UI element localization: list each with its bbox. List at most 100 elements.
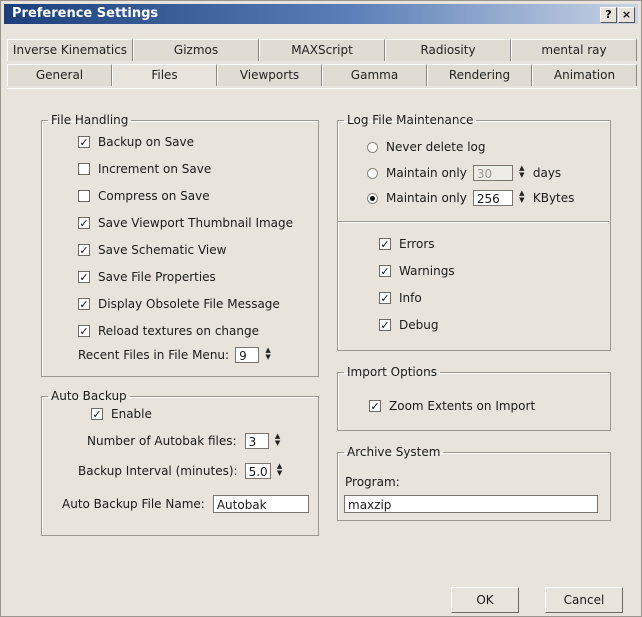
file-option-save-schematic-view[interactable]: ✓ Save Schematic View bbox=[78, 243, 226, 257]
file-option-compress-on-save[interactable]: Compress on Save bbox=[78, 189, 210, 203]
import-options-legend: Import Options bbox=[347, 365, 437, 379]
enable-label: Enable bbox=[111, 407, 152, 421]
never-delete-radio[interactable] bbox=[367, 141, 378, 153]
log-option-warnings[interactable]: ✓ Warnings bbox=[379, 264, 455, 278]
checkbox[interactable]: ✓ bbox=[379, 265, 391, 278]
maintain-days-option[interactable]: Maintain only 30 ▲ ▼ days bbox=[367, 165, 561, 181]
checkbox[interactable]: ✓ bbox=[379, 319, 391, 332]
checkbox-label: Info bbox=[399, 291, 422, 305]
kb-spinner[interactable]: 256 ▲ ▼ bbox=[472, 190, 527, 206]
backup-filename-input[interactable]: Autobak bbox=[212, 495, 309, 513]
archive-system-legend: Archive System bbox=[347, 445, 441, 459]
tab-rendering[interactable]: Rendering bbox=[427, 64, 532, 86]
tab-animation[interactable]: Animation bbox=[532, 64, 637, 86]
checkbox[interactable]: ✓ bbox=[379, 238, 391, 251]
checkbox-label: Save Viewport Thumbnail Image bbox=[98, 216, 294, 230]
tab-inverse-kinematics[interactable]: Inverse Kinematics bbox=[7, 39, 133, 61]
maintain-kb-option[interactable]: Maintain only 256 ▲ ▼ KBytes bbox=[367, 190, 574, 206]
checkbox[interactable]: ✓ bbox=[78, 325, 90, 338]
backup-interval-spinner[interactable]: 5.0 ▲ ▼ bbox=[244, 463, 285, 479]
log-file-legend: Log File Maintenance bbox=[347, 113, 474, 127]
file-option-display-obsolete-file-message[interactable]: ✓ Display Obsolete File Message bbox=[78, 297, 280, 311]
maintain-days-radio[interactable] bbox=[367, 167, 378, 179]
recent-files-value[interactable]: 9 bbox=[235, 347, 260, 363]
backup-interval-row: Backup Interval (minutes): 5.0 ▲ ▼ bbox=[78, 463, 285, 479]
tab-general[interactable]: General bbox=[7, 64, 112, 86]
tab-row-1: Inverse Kinematics Gizmos MAXScript Radiosi… bbox=[7, 39, 637, 61]
kb-value[interactable]: 256 bbox=[472, 190, 513, 206]
never-delete-option[interactable]: Never delete log bbox=[367, 140, 486, 154]
days-spinner[interactable]: 30 ▲ ▼ bbox=[472, 165, 527, 181]
checkbox[interactable]: ✓ bbox=[78, 271, 90, 284]
program-label: Program: bbox=[345, 475, 400, 489]
checkbox[interactable]: ✓ bbox=[78, 217, 90, 230]
spinner-arrows-icon[interactable]: ▲ ▼ bbox=[275, 463, 285, 479]
tab-files[interactable]: Files bbox=[112, 64, 217, 86]
days-unit: days bbox=[532, 166, 562, 180]
cancel-button[interactable]: Cancel bbox=[545, 587, 623, 613]
ok-button[interactable]: OK bbox=[451, 587, 519, 613]
tab-maxscript[interactable]: MAXScript bbox=[259, 39, 385, 61]
checkbox[interactable]: ✓ bbox=[379, 292, 391, 305]
zoom-extents-option[interactable]: ✓ Zoom Extents on Import bbox=[369, 399, 535, 413]
backup-filename-label: Auto Backup File Name: bbox=[62, 497, 205, 511]
num-autobak-spinner[interactable]: 3 ▲ ▼ bbox=[244, 433, 283, 449]
file-option-increment-on-save[interactable]: Increment on Save bbox=[78, 162, 211, 176]
maintain-kb-radio[interactable] bbox=[367, 192, 378, 204]
log-option-debug[interactable]: ✓ Debug bbox=[379, 318, 438, 332]
tab-gizmos[interactable]: Gizmos bbox=[133, 39, 259, 61]
spinner-arrows-icon[interactable]: ▲ ▼ bbox=[263, 347, 273, 363]
zoom-extents-label: Zoom Extents on Import bbox=[389, 399, 536, 413]
recent-files-label: Recent Files in File Menu: bbox=[78, 348, 230, 362]
checkbox[interactable]: ✓ bbox=[78, 244, 90, 257]
num-autobak-label: Number of Autobak files: bbox=[87, 434, 237, 448]
checkbox[interactable] bbox=[78, 190, 90, 202]
spinner-arrows-icon[interactable]: ▲ ▼ bbox=[273, 433, 283, 449]
file-option-save-viewport-thumbnail-image[interactable]: ✓ Save Viewport Thumbnail Image bbox=[78, 216, 293, 230]
tab-viewports[interactable]: Viewports bbox=[217, 64, 322, 86]
kb-unit: KBytes bbox=[532, 191, 575, 205]
close-button[interactable]: × bbox=[618, 7, 635, 23]
enable-checkbox[interactable]: ✓ bbox=[91, 408, 103, 421]
spinner-arrows-icon[interactable]: ▲ ▼ bbox=[517, 165, 527, 181]
days-value[interactable]: 30 bbox=[472, 165, 513, 181]
checkbox-label: Save File Properties bbox=[98, 270, 216, 284]
checkbox[interactable] bbox=[78, 163, 90, 175]
checkbox[interactable]: ✓ bbox=[78, 298, 90, 311]
checkbox-label: Compress on Save bbox=[98, 189, 210, 203]
tab-row-2: General Files Viewports Gamma Rendering Anima… bbox=[7, 64, 637, 86]
log-option-errors[interactable]: ✓ Errors bbox=[379, 237, 435, 251]
program-label-row: Program: bbox=[345, 475, 400, 489]
tab-mental-ray[interactable]: mental ray bbox=[511, 39, 637, 61]
maintain-kb-label: Maintain only bbox=[386, 191, 467, 205]
checkbox-label: Errors bbox=[399, 237, 435, 251]
tab-radiosity[interactable]: Radiosity bbox=[385, 39, 511, 61]
file-option-save-file-properties[interactable]: ✓ Save File Properties bbox=[78, 270, 216, 284]
backup-filename-row: Auto Backup File Name: Autobak bbox=[62, 495, 309, 513]
file-handling-legend: File Handling bbox=[51, 113, 129, 127]
checkbox-label: Increment on Save bbox=[98, 162, 212, 176]
file-option-backup-on-save[interactable]: ✓ Backup on Save bbox=[78, 135, 194, 149]
backup-interval-value[interactable]: 5.0 bbox=[244, 463, 271, 479]
maintain-days-label: Maintain only bbox=[386, 166, 467, 180]
window-title: Preference Settings bbox=[12, 6, 159, 21]
checkbox-label: Display Obsolete File Message bbox=[98, 297, 280, 311]
checkbox[interactable]: ✓ bbox=[78, 136, 90, 149]
program-input[interactable]: maxzip bbox=[344, 495, 598, 513]
spinner-arrows-icon[interactable]: ▲ ▼ bbox=[517, 190, 527, 206]
checkbox-label: Warnings bbox=[399, 264, 455, 278]
import-options-group: Import Options bbox=[337, 365, 611, 431]
preference-settings-window: Preference Settings ? × Inverse Kinemati… bbox=[0, 0, 642, 617]
log-divider bbox=[338, 221, 609, 223]
tab-gamma[interactable]: Gamma bbox=[322, 64, 427, 86]
num-autobak-value[interactable]: 3 bbox=[244, 433, 269, 449]
file-option-reload-textures-on-change[interactable]: ✓ Reload textures on change bbox=[78, 324, 259, 338]
zoom-extents-checkbox[interactable]: ✓ bbox=[369, 400, 381, 413]
auto-backup-enable[interactable]: ✓ Enable bbox=[91, 407, 152, 421]
auto-backup-legend: Auto Backup bbox=[51, 389, 127, 403]
recent-files-spinner[interactable]: 9 ▲ ▼ bbox=[235, 347, 273, 363]
num-autobak-row: Number of Autobak files: 3 ▲ ▼ bbox=[87, 433, 283, 449]
checkbox-label: Reload textures on change bbox=[98, 324, 259, 338]
log-option-info[interactable]: ✓ Info bbox=[379, 291, 422, 305]
help-button[interactable]: ? bbox=[600, 7, 617, 23]
